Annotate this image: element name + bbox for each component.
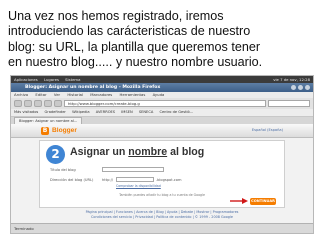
blog-title-input[interactable] <box>102 167 164 172</box>
slide-line-2: introduciendo las carácteristicas de nue… <box>8 24 251 39</box>
bookmark-item[interactable]: IMSEN <box>121 110 132 114</box>
search-input[interactable] <box>268 100 310 107</box>
blog-address-label: Dirección del blog (URL) <box>50 178 94 182</box>
slide-line-3: blog: su URL, la plantilla que queremos … <box>8 39 261 54</box>
menu-file[interactable]: Archivo <box>14 92 28 97</box>
navigation-toolbar: http://www.blogger.com/create-blog.g <box>11 98 313 109</box>
os-clock: vie 7 de nov, 12:28 <box>273 77 310 82</box>
reload-icon[interactable] <box>34 100 42 107</box>
pointer-arrow-icon <box>230 198 248 204</box>
os-menu-places[interactable]: Lugares <box>44 77 59 82</box>
status-bar: Terminado <box>11 223 313 233</box>
continue-button[interactable]: CONTINUAR <box>250 198 276 205</box>
google-account-hint: También puedes añadir tu blog a tu cuent… <box>119 193 205 197</box>
stop-icon[interactable] <box>44 100 52 107</box>
os-menus: Aplicaciones Lugares Sistema <box>14 76 85 83</box>
forward-icon[interactable] <box>24 100 32 107</box>
bookmarks-toolbar: Más visitados Gradefinder Wikipedia AVER… <box>11 109 313 117</box>
address-suffix: .blogspot.com <box>156 178 182 182</box>
bookmark-item[interactable]: Centro de Gestió... <box>159 110 193 114</box>
menu-help[interactable]: Ayuda <box>153 92 165 97</box>
address-prefix: http:// <box>102 178 114 182</box>
slide-paragraph: Una vez nos hemos registrado, iremos int… <box>8 9 314 71</box>
create-blog-card: 2 Asignar un nombre al blog Título del b… <box>39 140 285 208</box>
slide-line-4: en nuestro blog..... y nuestro nombre us… <box>8 55 263 70</box>
menu-history[interactable]: Historial <box>67 92 83 97</box>
blog-title-label: Título del blog <box>50 168 76 172</box>
step-number-badge: 2 <box>46 145 65 164</box>
language-selector[interactable]: Español (España) <box>252 128 283 132</box>
footer-legal[interactable]: Condiciones del servicio | Privacidad | … <box>11 215 313 220</box>
window-title: Blogger: Asignar un nombre al blog - Moz… <box>25 85 161 90</box>
blogger-header: B Blogger Español (España) <box>11 124 313 138</box>
page-content: B Blogger Español (España) 2 Asignar un … <box>11 124 313 224</box>
os-menu-applications[interactable]: Aplicaciones <box>14 77 38 82</box>
bookmark-item[interactable]: Gradefinder <box>44 110 65 114</box>
address-bar[interactable]: http://www.blogger.com/create-blog.g <box>64 100 266 107</box>
bookmark-item[interactable]: Wikipedia <box>72 110 90 114</box>
os-top-panel: Aplicaciones Lugares Sistema vie 7 de no… <box>11 76 313 83</box>
menu-edit[interactable]: Editar <box>35 92 46 97</box>
title-highlight: nombre <box>128 146 168 158</box>
bookmark-item[interactable]: AVERROES <box>96 110 115 114</box>
menu-bookmarks[interactable]: Marcadores <box>90 92 112 97</box>
browser-screenshot: Aplicaciones Lugares Sistema vie 7 de no… <box>10 75 314 234</box>
check-availability-link[interactable]: Comprobar la disponibilidad <box>116 184 161 188</box>
home-icon[interactable] <box>54 100 62 107</box>
slide-line-1: Una vez nos hemos registrado, iremos <box>8 9 224 23</box>
title-prefix: Asignar un <box>70 146 129 158</box>
maximize-icon[interactable] <box>298 85 303 90</box>
back-icon[interactable] <box>14 100 22 107</box>
blogger-logo-icon: B <box>41 126 49 135</box>
menu-tools[interactable]: Herramientas <box>119 92 145 97</box>
os-menu-system[interactable]: Sistema <box>65 77 80 82</box>
minimize-icon[interactable] <box>291 85 296 90</box>
blogger-brand: Blogger <box>52 127 77 134</box>
blog-address-input[interactable] <box>116 177 154 182</box>
close-icon[interactable] <box>305 85 310 90</box>
window-titlebar: Blogger: Asignar un nombre al blog - Moz… <box>11 83 313 92</box>
menu-view[interactable]: Ver <box>54 92 60 97</box>
title-suffix: al blog <box>167 146 205 158</box>
page-title: Asignar un nombre al blog <box>70 146 204 158</box>
window-controls <box>291 85 310 90</box>
bookmark-item[interactable]: Más visitados <box>14 110 38 114</box>
bookmark-item[interactable]: SENECA <box>139 110 153 114</box>
blogger-footer: Página principal | Funciones | Acerca de… <box>11 210 313 220</box>
